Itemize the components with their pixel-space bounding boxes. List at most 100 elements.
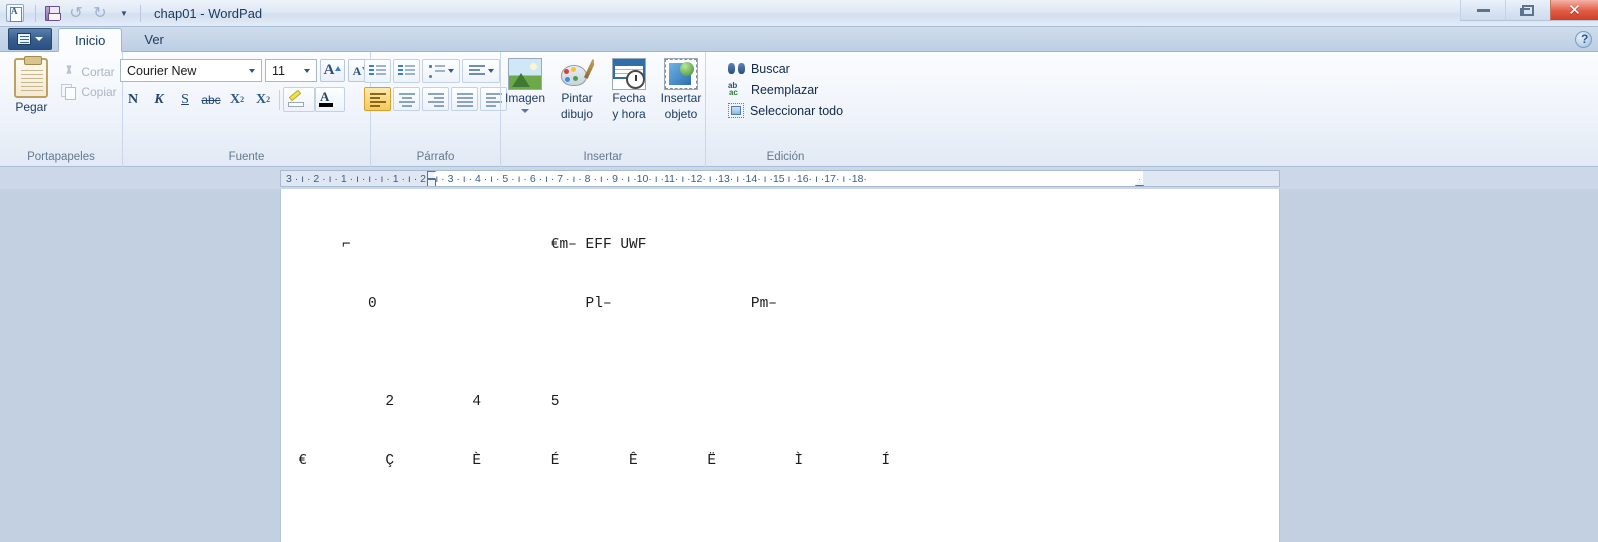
text-color-button[interactable] (315, 87, 345, 112)
font-family-combo[interactable]: Courier New (120, 59, 262, 82)
align-center-icon (398, 92, 415, 107)
replace-icon: ab ac (727, 81, 738, 97)
save-icon[interactable] (41, 3, 63, 24)
binoculars-icon (727, 61, 745, 76)
underline-button[interactable]: S (172, 87, 198, 112)
divider (279, 89, 280, 110)
paint-drawing-button[interactable]: Pintar dibujo (552, 58, 602, 122)
justify-button[interactable] (451, 87, 478, 111)
insert-object-icon (664, 58, 698, 90)
grow-font-button[interactable]: A (320, 59, 345, 82)
app-menu-button[interactable] (8, 28, 52, 50)
align-left-button[interactable] (364, 87, 391, 111)
tab-ver[interactable]: Ver (128, 28, 180, 51)
date-time-button[interactable]: Fecha y hora (604, 58, 654, 122)
group-label-fuente: Fuente (228, 151, 265, 163)
insert-object-label-1: Insertar (660, 91, 702, 105)
close-icon: ✕ (1568, 0, 1581, 19)
doc-line-4: 2 4 5 (281, 393, 560, 410)
group-label-edicion: Edición (766, 151, 805, 163)
window-controls: ✕ (1460, 0, 1598, 22)
line-spacing-icon (468, 65, 485, 77)
ribbon-group-parrafo: Párrafo (364, 52, 507, 167)
align-right-icon (427, 92, 444, 107)
align-right-button[interactable] (422, 87, 449, 111)
group-label-portapapeles: Portapapeles (27, 151, 95, 163)
paint-drawing-label-2: dibujo (560, 106, 594, 121)
horizontal-ruler[interactable]: 3 · ı · 2 · ı · 1 · ı · ı · ı · 1 · ı · … (280, 170, 1280, 187)
bullets-button[interactable] (422, 59, 460, 83)
titlebar-divider-2 (140, 4, 141, 22)
maximize-button[interactable] (1505, 0, 1550, 21)
font-family-value: Courier New (127, 63, 197, 78)
chevron-down-icon (35, 37, 43, 41)
insert-picture-label: Imagen (504, 91, 546, 105)
select-all-button[interactable]: Seleccionar todo (727, 103, 843, 118)
ribbon-tab-row: Inicio Ver (0, 27, 1598, 52)
insert-object-button[interactable]: Insertar objeto (656, 58, 706, 122)
copy-button[interactable]: Copiar (61, 84, 117, 100)
insert-picture-button[interactable]: Imagen (500, 58, 550, 113)
customize-qat-icon[interactable]: ▼ (113, 3, 135, 24)
redo-icon[interactable]: ↻ (89, 3, 111, 24)
justify-icon (456, 92, 473, 107)
align-left-icon (369, 92, 386, 107)
paste-button[interactable]: Pegar (5, 56, 57, 118)
ribbon-group-fuente: Courier New 11 A A N K S abc X 2 X 2 A F… (120, 52, 373, 167)
doc-line-2: 0 Pl– Pm– (281, 295, 777, 312)
help-icon[interactable] (1575, 31, 1592, 48)
strikethrough-button[interactable]: abc (198, 87, 224, 112)
date-time-label-2: y hora (612, 106, 646, 121)
quick-access-toolbar: ↺ ↻ ▼ (41, 3, 135, 24)
date-time-icon (612, 58, 646, 90)
find-button[interactable]: Buscar (727, 61, 790, 76)
left-indent-marker[interactable] (427, 179, 436, 186)
grow-font-label: A (323, 62, 335, 78)
menu-icon (17, 33, 31, 45)
chevron-down-icon (447, 69, 454, 73)
tab-inicio[interactable]: Inicio (58, 28, 123, 52)
tab-inicio-label: Inicio (75, 32, 106, 48)
copy-label: Copiar (81, 84, 117, 99)
text-highlight-button[interactable] (283, 87, 315, 112)
font-size-combo[interactable]: 11 (265, 59, 317, 82)
clipboard-icon (14, 56, 49, 98)
line-spacing-button[interactable] (462, 59, 500, 83)
decrease-indent-button[interactable] (364, 59, 391, 83)
bold-button[interactable]: N (120, 87, 146, 112)
group-label-parrafo: Párrafo (416, 151, 455, 163)
insert-object-label-2: objeto (664, 106, 698, 121)
chevron-down-icon (304, 68, 310, 73)
doc-line-5: € Ç È É Ê Ë Ì Í (281, 452, 891, 469)
superscript-button[interactable]: X2 (250, 87, 276, 112)
title-bar: ↺ ↻ ▼ chap01 - WordPad ✕ (0, 0, 1598, 27)
minimize-button[interactable] (1460, 0, 1505, 21)
copy-icon (61, 84, 77, 100)
ribbon-group-edicion: Buscar ab ac Reemplazar Seleccionar todo … (705, 52, 865, 167)
paint-drawing-label-1: Pintar (561, 91, 593, 105)
document-area: ⌐ €m– EFF UWF 0 Pl– Pm– 2 4 5 € Ç È É Ê (0, 189, 1598, 542)
document-text[interactable]: ⌐ €m– EFF UWF 0 Pl– Pm– 2 4 5 € Ç È É Ê (281, 189, 1279, 542)
document-page[interactable]: ⌐ €m– EFF UWF 0 Pl– Pm– 2 4 5 € Ç È É Ê (280, 189, 1280, 542)
font-size-value: 11 (272, 63, 285, 78)
cut-button[interactable]: Cortar (61, 64, 116, 79)
highlight-pen-icon (287, 92, 304, 107)
group-label-insertar: Insertar (583, 151, 623, 163)
undo-icon[interactable]: ↺ (65, 3, 87, 24)
increase-indent-button[interactable] (393, 59, 420, 83)
window-title: chap01 - WordPad (154, 5, 263, 21)
replace-button[interactable]: ab ac Reemplazar (727, 81, 818, 97)
close-button[interactable]: ✕ (1550, 0, 1598, 21)
chevron-down-icon (521, 108, 529, 113)
subscript-button[interactable]: X2 (224, 87, 250, 112)
date-time-label-1: Fecha (612, 91, 646, 105)
align-center-button[interactable] (393, 87, 420, 111)
chevron-down-icon (487, 69, 494, 73)
font-color-icon (319, 89, 333, 107)
titlebar-divider (35, 4, 36, 22)
find-label: Buscar (750, 61, 790, 76)
picture-icon (508, 58, 542, 90)
triangle-up-icon (335, 65, 342, 71)
decrease-indent-icon (369, 65, 386, 77)
italic-button[interactable]: K (146, 87, 172, 112)
